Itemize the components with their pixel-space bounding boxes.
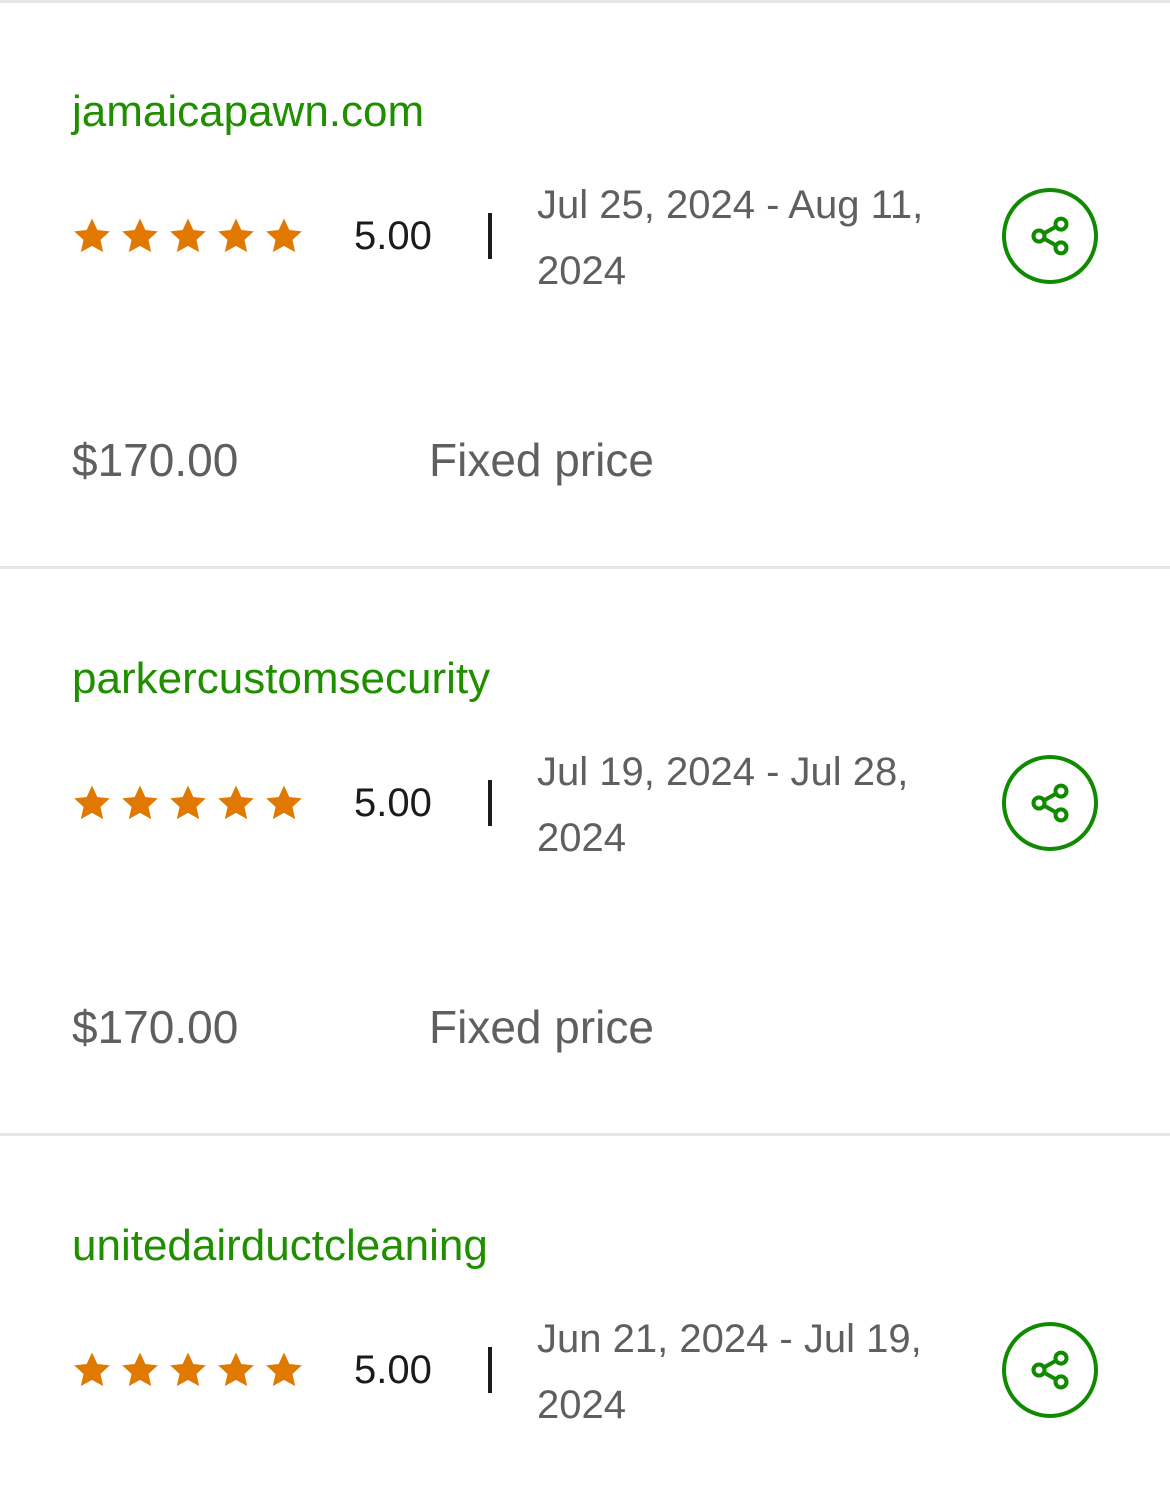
date-range: Jul 19, 2024 - Jul 28, 2024 [537, 750, 909, 860]
share-icon [1031, 216, 1069, 256]
separator [488, 213, 492, 259]
star-icon [266, 1352, 302, 1387]
date-range: Jun 21, 2024 - Jul 19, 2024 [537, 1317, 922, 1427]
list-item: unitedairductcleaning 5.00 Jun 21, 2024 … [0, 1134, 1170, 1512]
job-history-list: jamaicapawn.com 5.00 Jul 25, 2024 - Aug … [0, 0, 1170, 1512]
star-icon [122, 218, 158, 253]
date-range: Jul 25, 2024 - Aug 11, 2024 [537, 183, 924, 293]
star-icon [74, 1352, 110, 1387]
share-icon [1031, 1350, 1069, 1390]
star-icon [266, 785, 302, 820]
star-icon [122, 785, 158, 820]
share-button[interactable] [1002, 755, 1098, 851]
star-icon [170, 1352, 206, 1387]
star-rating [72, 216, 304, 256]
list-item: jamaicapawn.com 5.00 Jul 25, 2024 - Aug … [0, 0, 1170, 567]
rating-value: 5.00 [354, 781, 432, 825]
star-icon [218, 218, 254, 253]
separator [488, 1347, 492, 1393]
price-type: Fixed price [429, 1001, 654, 1053]
star-icon [218, 785, 254, 820]
star-icon [170, 218, 206, 253]
list-item: parkercustomsecurity 5.00 Jul 19, 2024 -… [0, 567, 1170, 1134]
share-icon [1031, 783, 1069, 823]
star-icon [122, 1352, 158, 1387]
star-rating [72, 1350, 304, 1390]
job-title-link[interactable]: unitedairductcleaning [72, 1218, 488, 1274]
job-title-link[interactable]: jamaicapawn.com [72, 84, 424, 140]
star-icon [266, 218, 302, 253]
star-rating [72, 783, 304, 823]
star-icon [74, 785, 110, 820]
rating-value: 5.00 [354, 1348, 432, 1392]
star-icon [218, 1352, 254, 1387]
share-button[interactable] [1002, 1322, 1098, 1418]
share-button[interactable] [1002, 188, 1098, 284]
price: $170.00 [72, 1001, 239, 1053]
job-title-link[interactable]: parkercustomsecurity [72, 651, 490, 707]
rating-value: 5.00 [354, 214, 432, 258]
price-type: Fixed price [429, 434, 654, 486]
star-icon [170, 785, 206, 820]
price: $170.00 [72, 434, 239, 486]
star-icon [74, 218, 110, 253]
separator [488, 780, 492, 826]
